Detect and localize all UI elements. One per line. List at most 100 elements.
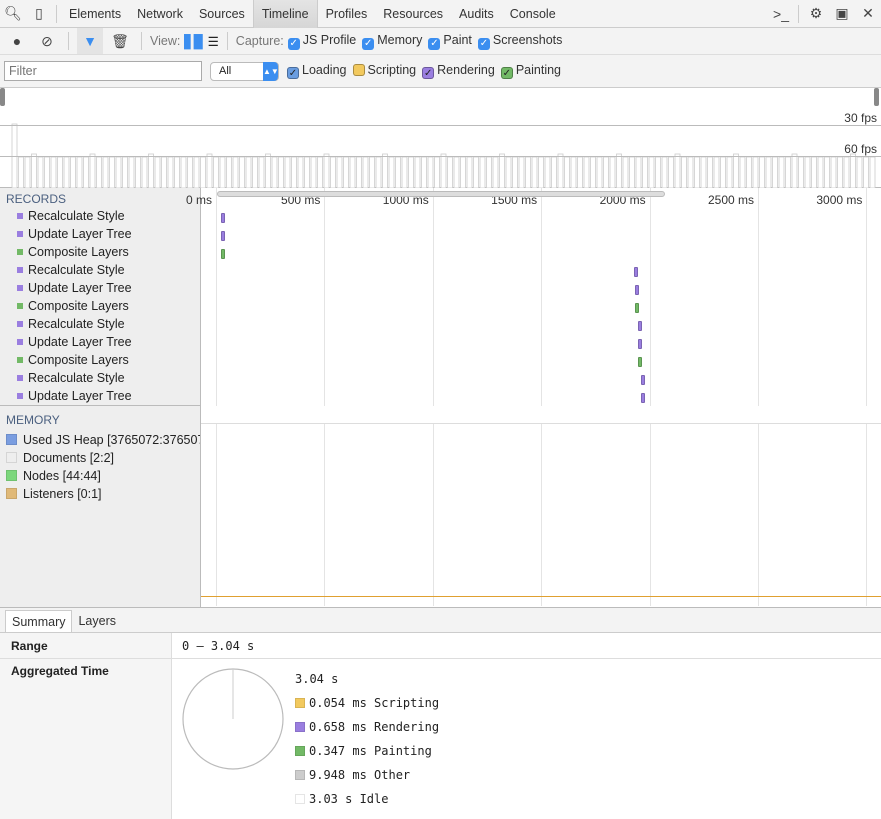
tab-profiles[interactable]: Profiles (318, 0, 376, 28)
tab-layers[interactable]: Layers (72, 610, 122, 632)
summary-legend-item: 0.054 ms Scripting (295, 696, 439, 710)
clear-icon[interactable]: ⊘ (34, 33, 60, 50)
record-row[interactable]: Recalculate Style (0, 207, 200, 225)
divider (0, 658, 881, 659)
record-color-icon (17, 339, 23, 345)
frame-bar (174, 156, 180, 188)
frame-bar (343, 156, 349, 188)
checkbox-icon: ✓ (287, 67, 299, 79)
left-range-handle[interactable] (0, 88, 5, 106)
tab-sources[interactable]: Sources (191, 0, 253, 28)
record-row[interactable]: Update Layer Tree (0, 279, 200, 297)
frame-bar (499, 153, 505, 188)
tab-audits[interactable]: Audits (451, 0, 502, 28)
record-bar[interactable] (638, 339, 643, 349)
console-drawer-icon[interactable]: >_ (768, 6, 794, 22)
record-bar[interactable] (221, 213, 226, 223)
record-bar[interactable] (634, 285, 639, 295)
record-bar[interactable] (641, 393, 646, 403)
capture-screenshots-checkbox[interactable]: ✓ Screenshots (477, 33, 562, 50)
divider (56, 4, 57, 23)
frame-bar (453, 156, 460, 188)
filter-loading-checkbox[interactable]: ✓ Loading (287, 63, 347, 79)
frame-bar (362, 156, 369, 188)
frame-bar (70, 156, 76, 188)
fps30-label: 30 fps (844, 111, 877, 125)
record-row[interactable]: Recalculate Style (0, 369, 200, 387)
type-select[interactable]: All ▲▼ (210, 61, 279, 81)
bars-view-icon[interactable]: ▋▉ (184, 34, 203, 49)
filter-rendering-checkbox[interactable]: ✓ Rendering (422, 63, 495, 79)
record-bar[interactable] (641, 375, 646, 385)
record-row[interactable]: Recalculate Style (0, 261, 200, 279)
record-row[interactable]: Update Layer Tree (0, 225, 200, 243)
fps60-label: 60 fps (844, 142, 877, 156)
frame-bar (96, 156, 102, 188)
memory-panel: MEMORY Used JS Heap [3765072:3765072] Doc… (0, 406, 201, 607)
horizontal-scrollbar[interactable] (217, 191, 665, 197)
tab-summary[interactable]: Summary (5, 610, 73, 632)
frame-bar (115, 156, 122, 188)
record-color-icon (17, 249, 23, 255)
record-row[interactable]: Composite Layers (0, 297, 200, 315)
filter-painting-checkbox[interactable]: ✓ Painting (500, 63, 561, 79)
frame-bar (278, 156, 284, 188)
record-icon[interactable]: ● (4, 33, 30, 49)
tab-timeline[interactable]: Timeline (252, 0, 318, 28)
filter-scripting-checkbox[interactable]: Scripting (352, 63, 416, 77)
memory-counter[interactable]: Listeners [0:1] (0, 485, 200, 503)
record-row[interactable]: Update Layer Tree (0, 333, 200, 351)
right-range-handle[interactable] (874, 88, 879, 106)
gear-icon[interactable]: ⚙ (803, 5, 829, 22)
frame-bar (187, 156, 193, 188)
record-bar[interactable] (221, 249, 226, 259)
capture-js-profile-checkbox[interactable]: ✓ JS Profile (287, 33, 356, 50)
filter-icon[interactable]: ▼ (77, 28, 103, 54)
capture-paint-checkbox[interactable]: ✓ Paint (428, 33, 472, 50)
frame-bar (616, 153, 622, 188)
record-row[interactable]: Composite Layers (0, 351, 200, 369)
timeline-grid[interactable]: 0 ms 500 ms 1000 ms 1500 ms 2000 ms 2500 ms 30… (186, 188, 881, 606)
flamechart-view-icon[interactable]: ☰ (208, 34, 219, 49)
frames-overview[interactable]: 30 fps 60 fps (0, 88, 881, 188)
memory-counter[interactable]: Used JS Heap [3765072:3765072] (0, 431, 200, 449)
legend-swatch (295, 698, 305, 708)
record-row[interactable]: Composite Layers (0, 243, 200, 261)
search-icon[interactable]: 🔍︎ (0, 5, 26, 22)
frame-bar (401, 156, 408, 188)
tab-resources[interactable]: Resources (375, 0, 451, 28)
frame-bar (544, 156, 551, 188)
tab-elements[interactable]: Elements (61, 0, 129, 28)
tab-console[interactable]: Console (502, 0, 564, 28)
record-bar[interactable] (634, 267, 639, 277)
record-bar[interactable] (638, 357, 643, 367)
type-select-value: All (219, 64, 232, 77)
total-time: 3.04 s (295, 672, 339, 686)
legend-swatch (295, 746, 305, 756)
record-row[interactable]: Update Layer Tree (0, 387, 200, 405)
device-mode-icon[interactable]: ▯ (26, 5, 52, 22)
close-icon[interactable]: ✕ (855, 5, 881, 22)
memory-counter[interactable]: Documents [2:2] (0, 449, 200, 467)
trash-icon[interactable]: 🗑︎ (107, 33, 133, 50)
dock-icon[interactable]: ▣ (829, 5, 855, 22)
record-row[interactable]: Recalculate Style (0, 315, 200, 333)
category-filters: ✓ Loading Scripting ✓ Rendering ✓ Painting (287, 63, 567, 79)
record-bar[interactable] (634, 303, 639, 313)
record-bar[interactable] (221, 231, 226, 241)
memory-counter[interactable]: Nodes [44:44] (0, 467, 200, 485)
tab-network[interactable]: Network (129, 0, 191, 28)
filter-input[interactable] (4, 61, 202, 81)
frame-bar (486, 156, 492, 188)
capture-memory-checkbox[interactable]: ✓ Memory (362, 33, 422, 50)
divider (798, 4, 799, 23)
frame-bar (622, 156, 629, 188)
timeline-toolbar: ● ⊘ ▼ 🗑︎ View: ▋▉ ☰ Capture: ✓ JS Profile… (0, 28, 881, 55)
frame-bar (128, 156, 135, 188)
counter-color-icon (6, 488, 17, 499)
frame-bar (323, 153, 330, 188)
frame-bar (512, 156, 518, 188)
frame-bar (434, 156, 440, 188)
record-bar[interactable] (638, 321, 643, 331)
frame-bar (707, 156, 713, 188)
